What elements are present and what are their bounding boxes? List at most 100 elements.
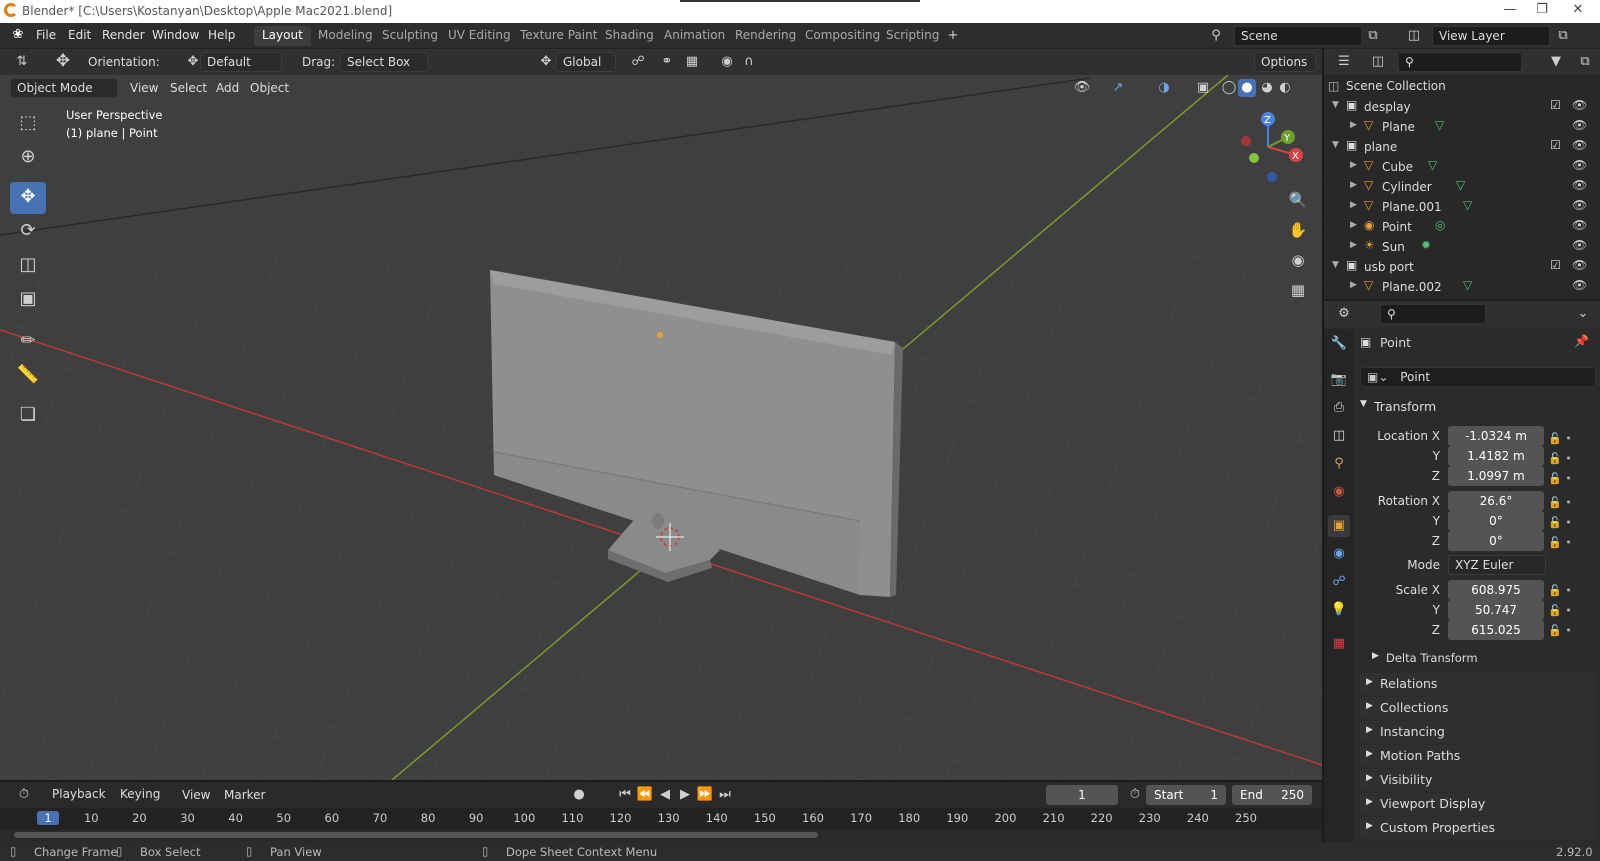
eye-icon[interactable]: 👁 <box>1572 98 1587 112</box>
rotation-z-field[interactable]: 0° <box>1448 531 1544 551</box>
eye-icon[interactable]: 👁 <box>1572 198 1587 212</box>
snap-icon[interactable]: ⚭ <box>658 53 676 71</box>
current-frame-field[interactable]: 1 <box>1046 785 1118 805</box>
panel-header[interactable]: ▶ Relations <box>1360 673 1596 695</box>
vp-menu-view[interactable]: View <box>130 81 158 95</box>
location-x-field[interactable]: -1.0324 m <box>1448 426 1544 446</box>
constraints-tab-icon[interactable]: ☍ <box>1328 571 1350 593</box>
display-mode-icon[interactable]: ◫ <box>1364 53 1392 71</box>
view-layer-selector[interactable]: View Layer <box>1432 26 1550 46</box>
jump-start-icon[interactable]: ⏮ <box>616 786 634 804</box>
scale-z-field[interactable]: 615.025 <box>1448 620 1544 640</box>
new-view-layer-icon[interactable]: ⧉ <box>1554 27 1572 45</box>
scene-selector[interactable]: Scene <box>1234 26 1362 46</box>
expand-down-icon[interactable]: ▼ <box>1332 260 1339 270</box>
play-icon[interactable]: ▶ <box>676 786 694 804</box>
outliner-row[interactable]: ▶ ▽ Plane.001 ▽ 👁 <box>1324 197 1600 217</box>
close-icon[interactable]: ✕ <box>1568 2 1588 20</box>
frame-ruler[interactable]: 1 10 20 30 40 50 60 70 80 90 100 110 120 130 140 150 160… <box>0 808 1322 830</box>
timeline-editor-icon[interactable]: ⏱ <box>10 786 38 804</box>
solid-shading-icon[interactable]: ● <box>1238 79 1256 97</box>
outliner-root[interactable]: ◫ Scene Collection <box>1324 77 1600 97</box>
ortho-toggle-icon[interactable]: ▦ <box>1286 281 1310 299</box>
camera-view-icon[interactable]: ◉ <box>1286 251 1310 269</box>
menu-render[interactable]: Render <box>102 28 145 42</box>
blender-menu-icon[interactable]: ❀ <box>8 26 28 44</box>
panel-header[interactable]: ▶ Collections <box>1360 697 1596 719</box>
outliner-row[interactable]: ▶ ▽ Cube ▽ 👁 <box>1324 157 1600 177</box>
tab-compositing[interactable]: Compositing <box>797 26 888 46</box>
outliner-row[interactable]: ▼ ▣ desplay ☑ 👁 <box>1324 97 1600 117</box>
add-cube-tool-icon[interactable]: ❏ <box>10 400 46 432</box>
expand-right-icon[interactable]: ▶ <box>1350 120 1357 130</box>
expand-down-icon[interactable]: ▼ <box>1332 140 1339 150</box>
tab-sculpting[interactable]: Sculpting <box>374 26 446 46</box>
snap-target-icon[interactable]: ▦ <box>678 53 706 71</box>
scale-lock-icons[interactable]: 🔓 • 🔓 • 🔓 • <box>1548 581 1598 641</box>
orientation-dropdown[interactable]: Default <box>200 52 282 72</box>
new-collection-icon[interactable]: ⧉ <box>1576 53 1594 71</box>
pan-view-icon[interactable]: ✋ <box>1286 221 1310 239</box>
tab-scripting[interactable]: Scripting <box>878 26 947 46</box>
panel-header[interactable]: ▶ Motion Paths <box>1360 745 1596 767</box>
exclude-checkbox[interactable]: ☑ <box>1550 98 1561 112</box>
panel-header[interactable]: ▶ Visibility <box>1360 769 1596 791</box>
select-box-tool-icon[interactable]: ⬚ <box>10 108 46 140</box>
move-tool-button[interactable]: ✥ <box>10 182 46 214</box>
expand-down-icon[interactable]: ▼ <box>1332 100 1339 110</box>
tab-uv-editing[interactable]: UV Editing <box>440 26 519 46</box>
jump-end-icon[interactable]: ⏭ <box>716 786 734 804</box>
texture-tab-icon[interactable]: ▦ <box>1328 633 1350 655</box>
object-data-icon[interactable]: ✹ <box>1421 238 1431 252</box>
playback-menu[interactable]: Playback <box>46 785 114 805</box>
eye-icon[interactable]: 👁 <box>1572 218 1587 232</box>
expand-right-icon[interactable]: ▶ <box>1350 160 1357 170</box>
world-tab-icon[interactable]: ◉ <box>1328 481 1350 503</box>
stopwatch-icon[interactable]: ⏱ <box>1126 786 1144 804</box>
properties-editor-icon[interactable]: ⚙ <box>1330 305 1358 323</box>
start-frame-field[interactable]: Start 1 <box>1146 785 1226 805</box>
timeline-scrollbar[interactable] <box>14 832 818 838</box>
eye-icon[interactable]: 👁 <box>1572 278 1587 292</box>
material-shading-icon[interactable]: ◕ <box>1258 79 1276 97</box>
scene-tab-icon[interactable]: ⚲ <box>1328 453 1350 475</box>
expand-right-icon[interactable]: ▶ <box>1350 200 1357 210</box>
vp-menu-select[interactable]: Select <box>170 81 207 95</box>
cursor-tool-icon[interactable]: ⊕ <box>10 142 46 174</box>
keying-menu[interactable]: Keying <box>114 785 172 805</box>
view-layer-tab-icon[interactable]: ◫ <box>1328 425 1350 447</box>
expand-right-icon[interactable]: ▶ <box>1350 180 1357 190</box>
eye-icon[interactable]: 👁 <box>1572 238 1587 252</box>
transform-orientation-dropdown[interactable]: Global <box>556 52 616 72</box>
outliner-row[interactable]: ▼ ▣ plane ☑ 👁 <box>1324 137 1600 157</box>
exclude-checkbox[interactable]: ☑ <box>1550 258 1561 272</box>
rotation-lock-icons[interactable]: 🔓 • 🔓 • 🔓 • <box>1548 493 1598 553</box>
wireframe-shading-icon[interactable]: ◯ <box>1220 79 1238 97</box>
outliner-search-input[interactable]: ⚲ <box>1398 52 1522 72</box>
record-icon[interactable]: ● <box>570 786 588 804</box>
location-y-field[interactable]: 1.4182 m <box>1448 446 1544 466</box>
tab-modeling[interactable]: Modeling <box>310 26 381 46</box>
view-layer-icon[interactable]: ◫ <box>1404 27 1424 45</box>
overlay-toggle-icon[interactable]: ◑ <box>1150 79 1178 97</box>
timeline-view-menu[interactable]: View <box>182 788 210 802</box>
panel-header[interactable]: ▶ Instancing <box>1360 721 1596 743</box>
outliner-row[interactable]: ▶ ▽ Plane.002 ▽ 👁 <box>1324 277 1600 297</box>
properties-options-icon[interactable]: ⌄ <box>1574 305 1592 323</box>
measure-tool-icon[interactable]: 📏 <box>10 360 46 392</box>
transform-panel-header[interactable]: ▼ Transform <box>1360 397 1596 419</box>
object-data-icon[interactable]: ▽ <box>1463 278 1472 292</box>
delta-transform-header[interactable]: ▶ Delta Transform <box>1372 649 1592 671</box>
transform-tool-icon[interactable]: ▣ <box>10 284 46 316</box>
panel-header[interactable]: ▶ Custom Properties <box>1360 817 1596 839</box>
tab-animation[interactable]: Animation <box>656 26 733 46</box>
play-reverse-icon[interactable]: ◀ <box>656 786 674 804</box>
outliner-row[interactable]: ▶ ☀ Sun ✹ 👁 <box>1324 237 1600 257</box>
eye-icon[interactable]: 👁 <box>1572 118 1587 132</box>
outliner-row[interactable]: ▶ ▽ Cylinder ▽ 👁 <box>1324 177 1600 197</box>
marker-menu[interactable]: Marker <box>224 788 265 802</box>
tool-tab-icon[interactable]: 🔧 <box>1328 333 1350 355</box>
expand-right-icon[interactable]: ▶ <box>1350 220 1357 230</box>
menu-help[interactable]: Help <box>208 28 235 42</box>
options-dropdown[interactable]: Options <box>1254 52 1316 72</box>
